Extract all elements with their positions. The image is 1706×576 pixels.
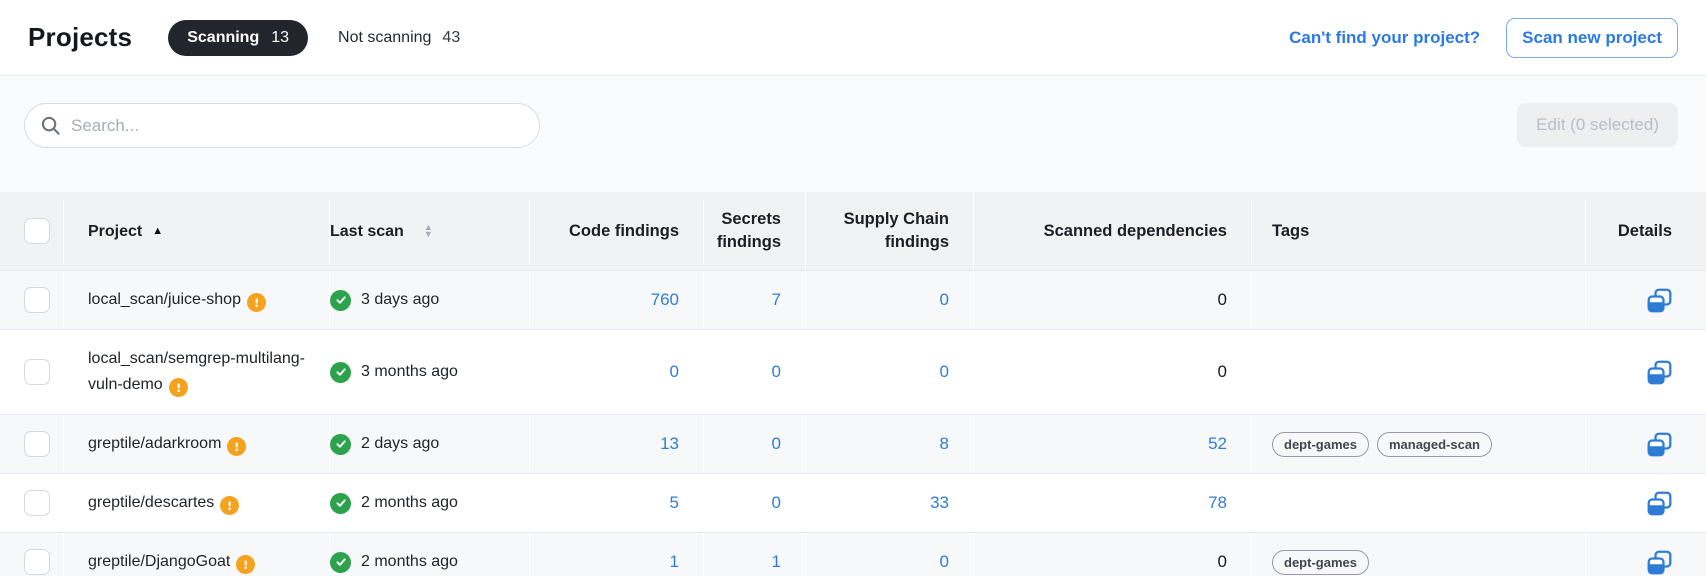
tab-not-scanning-count: 43 bbox=[442, 29, 460, 47]
project-name[interactable]: local_scan/juice-shop bbox=[88, 291, 241, 308]
tab-not-scanning[interactable]: Not scanning 43 bbox=[338, 29, 460, 47]
tags-cell: dept-games bbox=[1252, 533, 1586, 576]
supply-chain-findings-count[interactable]: 33 bbox=[930, 490, 949, 516]
tab-scanning[interactable]: Scanning 13 bbox=[168, 20, 308, 56]
last-scan-time: 2 months ago bbox=[361, 490, 458, 516]
secrets-findings-count[interactable]: 1 bbox=[772, 549, 781, 575]
project-name[interactable]: greptile/descartes bbox=[88, 494, 214, 511]
row-checkbox[interactable] bbox=[24, 431, 50, 457]
table-row: greptile/DjangoGoat 2 months ago 1 1 0 0… bbox=[0, 533, 1706, 576]
header-last-scan[interactable]: Last scan ▲▼ bbox=[330, 199, 530, 264]
orange-warning-icon bbox=[227, 437, 246, 456]
row-checkbox[interactable] bbox=[24, 287, 50, 313]
scanned-dependencies-count[interactable]: 52 bbox=[1208, 431, 1227, 457]
tags-cell bbox=[1252, 474, 1586, 532]
header-details: Details bbox=[1586, 199, 1706, 264]
orange-warning-icon bbox=[247, 293, 266, 312]
search-wrap bbox=[24, 103, 540, 148]
last-scan-cell: 3 months ago bbox=[330, 343, 530, 401]
header-project[interactable]: Project ▲ bbox=[64, 199, 330, 264]
scanned-dependencies-count: 0 bbox=[1218, 549, 1227, 575]
secrets-findings-count[interactable]: 0 bbox=[772, 431, 781, 457]
search-input[interactable] bbox=[24, 103, 540, 148]
secrets-findings-count[interactable]: 0 bbox=[772, 490, 781, 516]
supply-chain-findings-count[interactable]: 0 bbox=[940, 359, 949, 385]
table-body: local_scan/juice-shop 3 days ago 760 7 0… bbox=[0, 271, 1706, 576]
tab-not-scanning-label: Not scanning bbox=[338, 29, 431, 47]
scanned-dependencies-count[interactable]: 78 bbox=[1208, 490, 1227, 516]
orange-warning-icon bbox=[169, 378, 188, 397]
cant-find-project-link[interactable]: Can't find your project? bbox=[1289, 28, 1480, 48]
table-row: local_scan/semgrep-multilang-vuln-demo 3… bbox=[0, 330, 1706, 415]
table-row: greptile/descartes 2 months ago 5 0 33 7… bbox=[0, 474, 1706, 533]
project-name[interactable]: local_scan/semgrep-multilang-vuln-demo bbox=[88, 350, 305, 393]
project-name[interactable]: greptile/DjangoGoat bbox=[88, 553, 230, 570]
scan-new-project-button[interactable]: Scan new project bbox=[1506, 18, 1678, 58]
supply-chain-findings-count[interactable]: 8 bbox=[940, 431, 949, 457]
row-checkbox[interactable] bbox=[24, 490, 50, 516]
table-row: greptile/adarkroom 2 days ago 13 0 8 52 … bbox=[0, 415, 1706, 474]
tab-scanning-count: 13 bbox=[271, 29, 289, 47]
last-scan-time: 3 days ago bbox=[361, 287, 439, 313]
header-code-findings: Code findings bbox=[530, 199, 704, 264]
tag-pill: managed-scan bbox=[1377, 432, 1492, 457]
code-findings-count[interactable]: 760 bbox=[651, 287, 679, 313]
tags-cell: dept-games managed-scan bbox=[1252, 415, 1586, 473]
open-details-icon[interactable] bbox=[1647, 491, 1672, 516]
secrets-findings-count[interactable]: 7 bbox=[772, 287, 781, 313]
tag-pill: dept-games bbox=[1272, 550, 1369, 575]
green-check-circle-icon bbox=[330, 434, 351, 455]
tags-cell bbox=[1252, 343, 1586, 401]
open-details-icon[interactable] bbox=[1647, 288, 1672, 313]
orange-warning-icon bbox=[236, 555, 255, 574]
header-select-all-cell bbox=[0, 199, 64, 264]
last-scan-cell: 2 months ago bbox=[330, 474, 530, 532]
row-checkbox[interactable] bbox=[24, 549, 50, 575]
top-bar: Projects Scanning 13 Not scanning 43 Can… bbox=[0, 0, 1706, 76]
header-scanned-dependencies: Scanned dependencies bbox=[974, 199, 1252, 264]
last-scan-time: 2 days ago bbox=[361, 431, 439, 457]
header-supply-chain-findings: Supply Chain findings bbox=[806, 192, 974, 270]
edit-selected-button[interactable]: Edit (0 selected) bbox=[1517, 103, 1678, 147]
supply-chain-findings-count[interactable]: 0 bbox=[940, 549, 949, 575]
projects-table: Project ▲ Last scan ▲▼ Code findings Sec… bbox=[0, 192, 1706, 576]
search-icon bbox=[40, 115, 61, 136]
sort-ascending-icon: ▲ bbox=[152, 220, 163, 243]
tags-cell bbox=[1252, 271, 1586, 329]
table-row: local_scan/juice-shop 3 days ago 760 7 0… bbox=[0, 271, 1706, 330]
orange-warning-icon bbox=[220, 496, 239, 515]
supply-chain-findings-count[interactable]: 0 bbox=[940, 287, 949, 313]
last-scan-cell: 3 days ago bbox=[330, 271, 530, 329]
row-checkbox[interactable] bbox=[24, 359, 50, 385]
table-header-row: Project ▲ Last scan ▲▼ Code findings Sec… bbox=[0, 192, 1706, 271]
last-scan-time: 3 months ago bbox=[361, 359, 458, 385]
green-check-circle-icon bbox=[330, 493, 351, 514]
tag-pill: dept-games bbox=[1272, 432, 1369, 457]
green-check-circle-icon bbox=[330, 362, 351, 383]
green-check-circle-icon bbox=[330, 552, 351, 573]
header-secrets-findings: Secrets findings bbox=[704, 192, 806, 270]
page-title: Projects bbox=[28, 22, 132, 53]
secrets-findings-count[interactable]: 0 bbox=[772, 359, 781, 385]
header-tags: Tags bbox=[1252, 199, 1586, 264]
last-scan-cell: 2 days ago bbox=[330, 415, 530, 473]
open-details-icon[interactable] bbox=[1647, 550, 1672, 575]
open-details-icon[interactable] bbox=[1647, 360, 1672, 385]
code-findings-count[interactable]: 0 bbox=[670, 359, 679, 385]
sort-both-icon: ▲▼ bbox=[424, 224, 433, 238]
code-findings-count[interactable]: 5 bbox=[670, 490, 679, 516]
code-findings-count[interactable]: 1 bbox=[670, 549, 679, 575]
scanned-dependencies-count: 0 bbox=[1218, 359, 1227, 385]
tab-scanning-label: Scanning bbox=[187, 29, 259, 47]
last-scan-cell: 2 months ago bbox=[330, 533, 530, 576]
scanned-dependencies-count: 0 bbox=[1218, 287, 1227, 313]
project-name[interactable]: greptile/adarkroom bbox=[88, 435, 221, 452]
last-scan-time: 2 months ago bbox=[361, 549, 458, 575]
code-findings-count[interactable]: 13 bbox=[660, 431, 679, 457]
select-all-checkbox[interactable] bbox=[24, 218, 50, 244]
toolbar: Edit (0 selected) bbox=[0, 76, 1706, 192]
open-details-icon[interactable] bbox=[1647, 432, 1672, 457]
green-check-circle-icon bbox=[330, 290, 351, 311]
